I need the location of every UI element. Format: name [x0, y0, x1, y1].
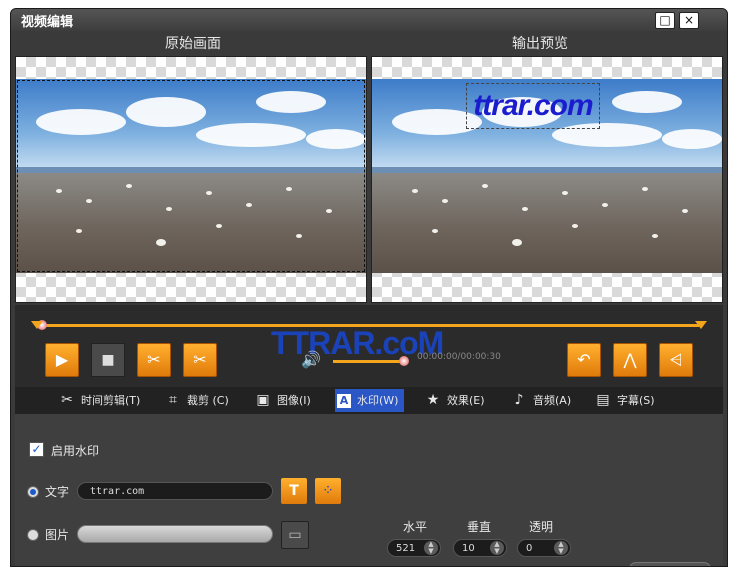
tab-effects[interactable]: ★ 效果(E)	[425, 389, 485, 412]
timecode: 00:00:00/00:00:30	[417, 352, 501, 362]
browse-folder-button[interactable]: ▭	[281, 521, 309, 549]
edit-tabs: ✂ 时间剪辑(T) ⌗ 裁剪 (C) ▣ 图像(I) A 水印(W) ★ 效果(E) ♪ 音…	[15, 387, 723, 414]
volume-slider[interactable]	[333, 360, 403, 363]
text-format-icon: T	[289, 483, 299, 499]
spinner-arrows-icon[interactable]: ▲ ▼	[424, 541, 438, 555]
watermark-text-box[interactable]: ttrar.com	[466, 83, 600, 129]
tab-watermark[interactable]: A 水印(W)	[335, 389, 405, 412]
maximize-button[interactable]: □	[655, 12, 675, 29]
playback-controls: TTRAR.coM ▶ ■ ✂ ✂ 🔊 00:00:00/00:00:30 ↶ …	[15, 305, 723, 387]
spinner-arrows-icon[interactable]: ▲ ▼	[490, 541, 504, 555]
volume-knob[interactable]	[399, 356, 409, 366]
enable-watermark-label: 启用水印	[51, 444, 100, 458]
opacity-label: 透明	[529, 520, 554, 534]
original-video-frame	[16, 79, 366, 273]
enable-watermark-checkbox[interactable]: ✓	[29, 442, 44, 457]
color-button[interactable]: ⁘	[315, 478, 341, 504]
tab-time-clip[interactable]: ✂ 时间剪辑(T)	[59, 389, 140, 412]
title-bar: 视频编辑 □ ×	[11, 9, 727, 31]
folder-icon: ▭	[288, 527, 302, 543]
video-edit-window: 视频编辑 □ × 原始画面 输出预览 ttrar.com TTRAR.coM ▶…	[10, 8, 728, 567]
output-preview-label: 输出预览	[512, 36, 568, 52]
close-button[interactable]: ×	[679, 12, 699, 29]
play-button[interactable]: ▶	[45, 343, 79, 377]
window-title: 视频编辑	[21, 15, 74, 30]
tab-crop[interactable]: ⌗ 裁剪 (C)	[165, 389, 229, 412]
start-marker-icon[interactable]	[31, 321, 43, 329]
subtitle-icon: ▤	[596, 392, 610, 408]
image-watermark-radio[interactable]	[27, 529, 39, 541]
horizontal-label: 水平	[403, 520, 428, 534]
text-watermark-radio[interactable]	[27, 486, 39, 498]
speaker-icon[interactable]: 🔊	[301, 350, 321, 369]
watermark-text-input[interactable]: ttrar.com	[77, 482, 273, 500]
image-label: 图片	[45, 528, 70, 542]
vertical-label: 垂直	[467, 520, 492, 534]
color-palette-icon: ⁘	[322, 483, 334, 499]
watermark-icon: A	[337, 394, 351, 408]
watermark-settings: ✓ 启用水印 文字 ttrar.com T ⁘ 图片 ▭ 水平 垂直 透明 52…	[15, 414, 723, 566]
crop-icon: ⌗	[169, 392, 177, 408]
original-preview[interactable]	[15, 56, 367, 303]
image-icon: ▣	[256, 392, 270, 408]
music-note-icon: ♪	[514, 392, 524, 408]
tab-audio[interactable]: ♪ 音频(A)	[511, 389, 572, 412]
tab-subtitles[interactable]: ▤ 字幕(S)	[595, 389, 654, 412]
split-button[interactable]: ✂	[183, 343, 217, 377]
watermark-image-input[interactable]	[77, 525, 273, 543]
scissors-icon: ✂	[61, 392, 73, 408]
opacity-spinner[interactable]: 0 ▲ ▼	[517, 539, 571, 557]
undo-button[interactable]: ↶	[567, 343, 601, 377]
vertical-spinner[interactable]: 10 ▲ ▼	[453, 539, 507, 557]
stop-button[interactable]: ■	[91, 343, 125, 377]
flip-button[interactable]: ⋀	[613, 343, 647, 377]
cut-button[interactable]: ✂	[137, 343, 171, 377]
original-view-label: 原始画面	[165, 36, 221, 52]
star-icon: ★	[426, 392, 440, 408]
rotate-button[interactable]: ⩤	[659, 343, 693, 377]
spinner-arrows-icon[interactable]: ▲ ▼	[554, 541, 568, 555]
output-preview[interactable]: ttrar.com	[371, 56, 723, 303]
end-marker-icon[interactable]	[695, 321, 707, 329]
text-label: 文字	[45, 485, 70, 499]
tab-image[interactable]: ▣ 图像(I)	[255, 389, 310, 412]
font-button[interactable]: T	[281, 478, 307, 504]
horizontal-spinner[interactable]: 521 ▲ ▼	[387, 539, 441, 557]
